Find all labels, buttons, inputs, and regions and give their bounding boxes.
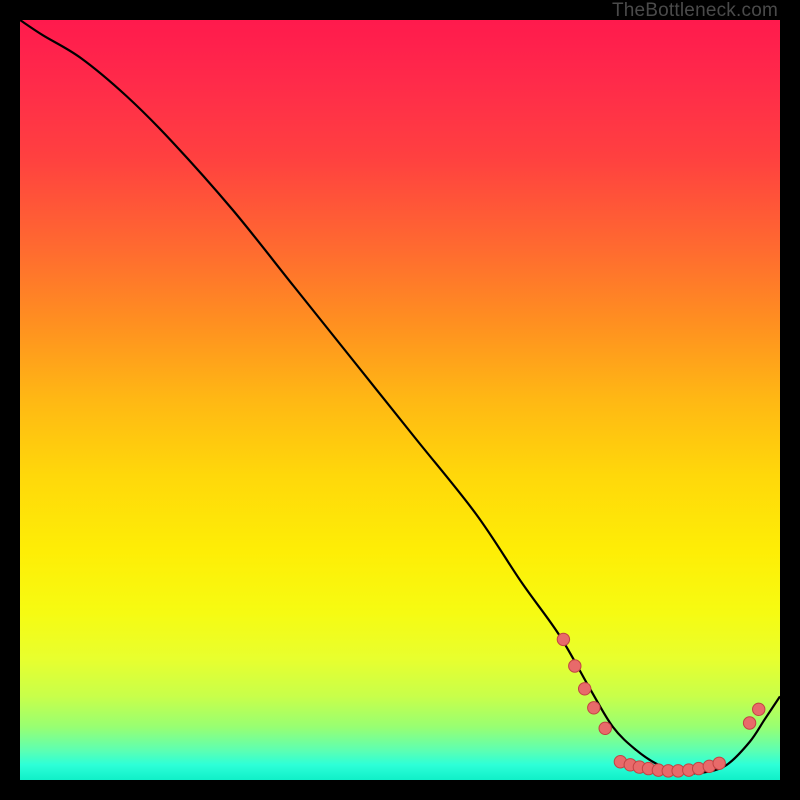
chart-svg <box>20 20 780 780</box>
data-dots <box>557 633 765 777</box>
outer-frame: TheBottleneck.com <box>0 0 800 800</box>
attribution-label: TheBottleneck.com <box>612 0 778 22</box>
bottleneck-curve <box>20 20 780 773</box>
data-dot <box>713 757 725 769</box>
data-dot <box>753 703 765 715</box>
data-dot <box>743 717 755 729</box>
data-dot <box>557 633 569 645</box>
data-dot <box>569 660 581 672</box>
data-dot <box>588 702 600 714</box>
data-dot <box>599 722 611 734</box>
data-dot <box>578 683 590 695</box>
